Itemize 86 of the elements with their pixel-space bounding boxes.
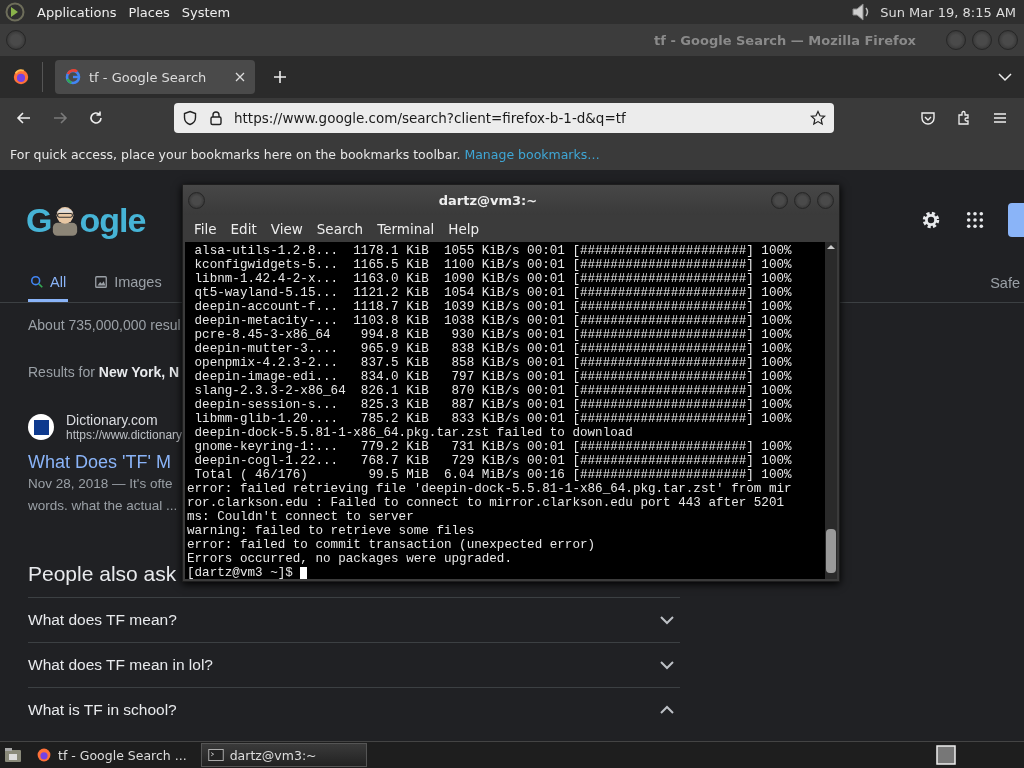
question-row[interactable]: What does TF mean? (28, 597, 680, 642)
safesearch-label[interactable]: Safe (990, 275, 1020, 291)
puzzle-piece-icon[interactable] (956, 110, 972, 126)
terminal-line: deepin-metacity-... 1103.8 KiB 1038 KiB/s 00:01 [######################] 100% (193, 314, 793, 328)
section-heading: People also ask (28, 562, 177, 586)
menu-item[interactable]: Edit (223, 220, 264, 237)
taskbar-button[interactable]: tf - Google Search ... (30, 743, 193, 767)
menu-item[interactable]: Help (441, 220, 487, 237)
terminal-line: Total ( 46/176) 99.5 MiB 6.04 MiB/s 00:16 [######################] 100% (193, 468, 793, 482)
window-title: tf - Google Search — Mozilla Firefox (653, 32, 917, 48)
terminal-line: deepin-cogl-1.22... 768.7 KiB 729 KiB/s 00:01 [######################] 100% (193, 454, 793, 468)
terminal-line: alsa-utils-1.2.8... 1178.1 KiB 1055 KiB/s 00:01 [######################] 100% (193, 244, 793, 258)
chevron-down-icon[interactable] (998, 72, 1012, 82)
forward-icon[interactable] (52, 110, 68, 126)
terminal-line: deepin-account-f... 1118.7 KiB 1039 KiB/s 00:01 [######################] 100% (193, 300, 793, 314)
address-bar[interactable]: https://www.google.com/search?client=firefox-b-1-d&q=tf (174, 103, 834, 133)
search-tab[interactable]: Images (92, 264, 164, 302)
panel-menu[interactable]: System (181, 4, 231, 20)
close-tab-icon[interactable] (235, 72, 245, 82)
logo-text[interactable]: ogle (79, 200, 146, 240)
terminal-line: openpmix-4.2.3-2... 837.5 KiB 858 KiB/s 00:01 [######################] 100% (193, 356, 793, 370)
menu-item[interactable]: Terminal (370, 220, 442, 237)
terminal-line: error: failed retrieving file 'deepin-dock-5.5.81-1-x86_64.pkg.tar.zst' from mir (187, 482, 793, 496)
text-cursor (300, 566, 308, 579)
terminal-line: deepin-dock-5.5.81-1-x86_64.pkg.tar.zst failed to download (193, 426, 634, 440)
panel-menu[interactable]: Places (128, 4, 170, 20)
site-favicon-icon (28, 414, 54, 440)
shell-prompt: [dartz@vm3 ~]$ (187, 566, 294, 579)
search-tab[interactable]: All (28, 264, 69, 302)
terminal-line: deepin-mutter-3.... 965.9 KiB 838 KiB/s 00:01 [######################] 100% (193, 342, 793, 356)
terminal-icon (207, 747, 224, 763)
bookmark-star-icon[interactable] (810, 110, 826, 126)
menu-icon[interactable] (992, 110, 1008, 126)
terminal-line: warning: failed to retrieve some files (187, 524, 476, 538)
new-tab-icon[interactable] (273, 70, 287, 84)
terminal-line: qt5-wayland-5.15... 1121.2 KiB 1054 KiB/s 00:01 [######################] 100% (193, 286, 793, 300)
location-note: Results for New York, N (28, 364, 180, 380)
question-row[interactable]: What does TF mean in lol? (28, 642, 680, 687)
terminal-line: deepin-image-edi... 834.0 KiB 797 KiB/s 00:01 [######################] 100% (193, 370, 793, 384)
logo-letter[interactable]: G (26, 200, 52, 240)
window-title: dartz@vm3:~ (437, 192, 539, 208)
question-row[interactable]: What is TF in school? (28, 687, 680, 732)
firefox-icon[interactable] (12, 68, 30, 86)
result-url: https://www.dictionary (66, 428, 183, 442)
site-name: Dictionary.com (66, 412, 159, 428)
firefox-icon (36, 747, 52, 763)
scroll-up-icon[interactable] (826, 244, 836, 250)
menu-item[interactable]: File (187, 220, 224, 237)
google-g-icon (65, 69, 81, 85)
apps-grid-icon[interactable] (966, 211, 984, 229)
terminal-line: libnm-1.42.4-2-x... 1163.0 KiB 1090 KiB/s 00:01 [######################] 100% (193, 272, 793, 286)
show-desktop-icon[interactable] (4, 747, 22, 763)
terminal-line: ror.clarkson.edu : Failed to connect to mirror.clarkson.edu port 443 after 5201 (187, 496, 786, 510)
scrollbar-thumb[interactable] (826, 529, 836, 573)
lock-icon[interactable] (208, 110, 224, 126)
shield-icon[interactable] (182, 110, 198, 126)
manage-bookmarks-link[interactable]: Manage bookmarks… (464, 146, 600, 162)
result-snippet: words. what the actual ... (28, 497, 178, 515)
terminal-line: ms: Couldn't connect to server (187, 510, 415, 524)
reload-icon[interactable] (88, 110, 104, 126)
terminal-line: gnome-keyring-1:... 779.2 KiB 731 KiB/s 00:01 [######################] 100% (193, 440, 793, 454)
settings-icon[interactable] (920, 209, 942, 231)
terminal-line: pcre-8.45-3-x86_64 994.8 KiB 930 KiB/s 00:01 [######################] 100% (193, 328, 793, 342)
menu-item[interactable]: View (263, 220, 310, 237)
back-icon[interactable] (16, 110, 32, 126)
image-icon (94, 274, 109, 289)
distro-logo-icon[interactable] (5, 2, 25, 22)
terminal-line: Errors occurred, no packages were upgraded. (187, 552, 513, 566)
result-snippet: Nov 28, 2018 — It's ofte (28, 475, 173, 493)
bookmarks-hint: For quick access, place your bookmarks here on the bookmarks toolbar. (10, 146, 461, 162)
workspace-switcher-icon[interactable] (936, 745, 956, 765)
search-icon (30, 274, 44, 289)
terminal-line: libmm-glib-1.20.... 785.2 KiB 833 KiB/s 00:01 [######################] 100% (193, 412, 793, 426)
terminal-line: deepin-session-s... 825.3 KiB 887 KiB/s 00:01 [######################] 100% (193, 398, 793, 412)
menu-item[interactable]: Search (309, 220, 371, 237)
terminal-line: slang-2.3.3-2-x86_64 826.1 KiB 870 KiB/s 00:01 [######################] 100% (193, 384, 793, 398)
browser-tab[interactable]: tf - Google Search (55, 60, 255, 94)
scrollbar[interactable] (825, 242, 837, 579)
clock[interactable]: Sun Mar 19, 8:15 AM (880, 4, 1016, 20)
taskbar-button[interactable]: dartz@vm3:~ (200, 743, 367, 767)
panel-menu[interactable]: Applications (37, 4, 117, 20)
result-title-link[interactable]: What Does 'TF' M (28, 452, 171, 473)
terminal-line: error: failed to commit transaction (unexpected error) (187, 538, 597, 552)
terminal-line: kconfigwidgets-5... 1165.5 KiB 1100 KiB/s 00:01 [######################] 100% (193, 258, 793, 272)
result-stats: About 735,000,000 resul (28, 317, 181, 333)
pocket-icon[interactable] (920, 110, 936, 126)
